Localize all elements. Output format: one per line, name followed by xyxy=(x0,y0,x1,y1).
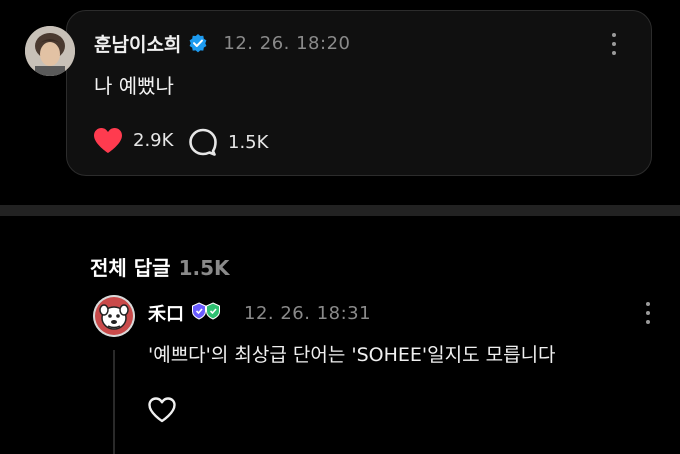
post-more-icon[interactable] xyxy=(611,33,617,55)
reply-author-name[interactable]: 禾口 xyxy=(148,300,184,326)
comment-count: 1.5K xyxy=(228,131,269,153)
reply-like-button[interactable] xyxy=(147,396,177,424)
replies-count: 1.5K xyxy=(178,256,230,280)
thread-line xyxy=(113,350,115,454)
post-timestamp: 12. 26. 18:20 xyxy=(223,32,351,54)
post-author-name[interactable]: 훈남이소희 xyxy=(94,30,181,57)
reply-text: '예쁘다'의 최상급 단어는 'SOHEE'일지도 모릅니다 xyxy=(148,344,556,366)
post-text: 나 예뻤나 xyxy=(94,74,174,98)
comment-bubble-icon xyxy=(189,128,217,156)
replies-title: 전체 답글 xyxy=(90,256,171,280)
verified-badge-icon xyxy=(188,33,208,53)
comment-button[interactable]: 1.5K xyxy=(188,128,268,156)
reply-author-avatar[interactable] xyxy=(93,295,135,337)
replies-section-title: 전체 답글 1.5K xyxy=(90,252,230,281)
like-count: 2.9K xyxy=(133,130,174,151)
reply-timestamp: 12. 26. 18:31 xyxy=(244,302,372,324)
reply-badges-icon xyxy=(190,302,226,324)
like-button[interactable]: 2.9K xyxy=(93,127,173,154)
section-divider xyxy=(0,205,680,216)
reply-more-icon[interactable] xyxy=(645,302,651,324)
post-header: 훈남이소희 12. 26. 18:20 xyxy=(94,30,350,56)
author-avatar[interactable] xyxy=(25,26,75,76)
heart-icon xyxy=(94,128,122,153)
heart-outline-icon xyxy=(148,397,176,423)
reply-header: 禾口 12. 26. 18:31 xyxy=(148,300,371,326)
